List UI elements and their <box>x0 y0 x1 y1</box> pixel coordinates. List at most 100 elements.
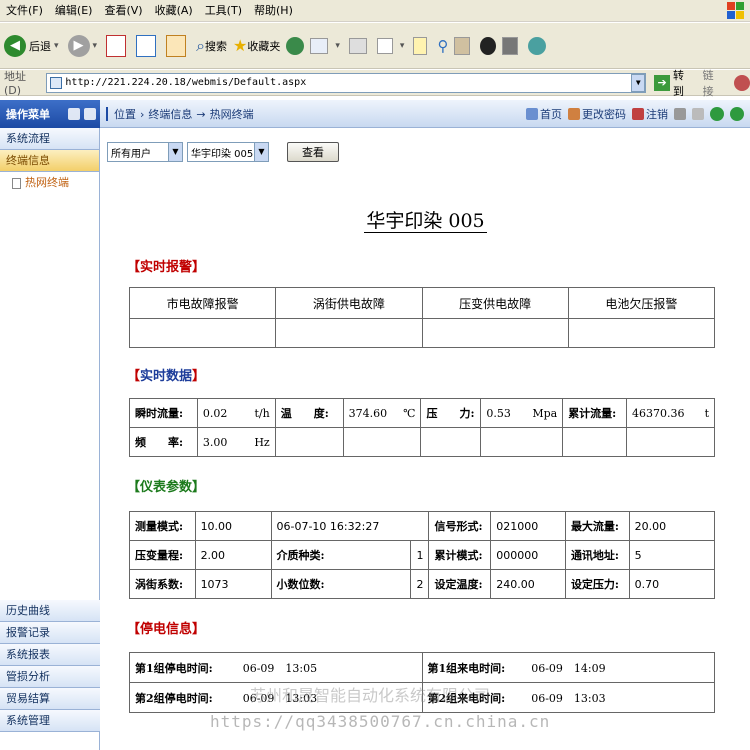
preview-button[interactable] <box>692 108 704 120</box>
stop-button[interactable] <box>106 34 130 57</box>
sidebar-item-system-report[interactable]: 系统报表 <box>0 644 100 666</box>
total-flow-label: 累计流量: <box>562 398 628 428</box>
search-icon[interactable] <box>68 108 80 120</box>
home-button[interactable] <box>166 34 190 57</box>
power-group2-on-value: 06-09 13:03 <box>531 691 606 705</box>
search-label: 搜索 <box>205 39 228 53</box>
messenger-button[interactable] <box>454 36 474 55</box>
extension-icon[interactable] <box>734 74 750 91</box>
breadcrumb: 位置 › 终端信息 → 热网终端 <box>106 100 254 128</box>
home-link-label: 首页 <box>540 108 562 121</box>
terminal-select[interactable]: 华宇印染 005 ▼ <box>187 142 269 162</box>
power-group1-on-label: 第1组来电时间: <box>427 661 506 675</box>
user-select-value: 所有用户 <box>111 148 151 160</box>
instant-flow-label: 瞬时流量: <box>129 398 198 428</box>
logout-label: 注销 <box>646 108 668 121</box>
power-group1-off-value: 06-09 13:05 <box>242 661 318 675</box>
calc-button[interactable] <box>502 36 522 55</box>
breadcrumb-location: 位置 <box>114 108 136 121</box>
instant-flow-cell: 0.02 t/h <box>196 398 276 428</box>
sidebar-item-system-admin[interactable]: 系统管理 <box>0 710 100 732</box>
user-select[interactable]: 所有用户 ▼ <box>107 142 183 162</box>
collapse-icon[interactable] <box>84 108 96 120</box>
document-icon <box>12 177 21 189</box>
search-button[interactable]: ⌕ 搜索 <box>196 36 227 56</box>
print-page-button[interactable] <box>674 108 686 120</box>
address-input[interactable]: http://221.224.20.18/webmis/Default.aspx… <box>46 72 647 93</box>
section-alarm-heading: 【实时报警】 <box>127 260 206 275</box>
menu-edit[interactable]: 编辑(E) <box>49 0 99 22</box>
terminal-select-value: 华宇印染 005 <box>191 148 254 160</box>
browser-menubar: 文件(F) 编辑(E) 查看(V) 收藏(A) 工具(T) 帮助(H) <box>0 0 750 22</box>
alarm-cell-battery <box>567 318 716 348</box>
table-row: 压变量程: 2.00 介质种类: 1 累计模式: 000000 通讯地址: 5 <box>129 540 716 570</box>
query-button[interactable]: 查看 <box>287 142 339 162</box>
sidebar-item-pipe-loss[interactable]: 管损分析 <box>0 666 100 688</box>
medium-type-label: 介质种类: <box>270 540 412 570</box>
refresh-icon <box>136 34 157 57</box>
edit-button[interactable]: ▾ <box>376 37 408 54</box>
plugin-button[interactable] <box>528 36 547 55</box>
alarm-cell-mains <box>128 318 277 348</box>
temperature-cell: 374.60 ℃ <box>342 398 422 428</box>
alarm-header-battery: 电池欠压报警 <box>567 287 716 319</box>
frequency-cell: 3.00 Hz <box>196 427 276 457</box>
calculator-icon <box>502 36 519 55</box>
logout-link[interactable]: 注销 <box>632 106 668 122</box>
sidebar-subitem-heat-terminal[interactable]: 热网终端 <box>0 172 99 194</box>
sidebar-item-terminal-info[interactable]: 终端信息 <box>0 150 99 172</box>
section-power-label: 停电信息 <box>140 622 193 637</box>
sidebar-item-system-flow[interactable]: 系统流程 <box>0 128 99 150</box>
pressure-unit: Mpa <box>532 406 558 420</box>
qq-button[interactable] <box>480 36 497 55</box>
refresh-button[interactable] <box>136 34 160 57</box>
menu-help[interactable]: 帮助(H) <box>248 0 299 22</box>
pressure-label: 压 力: <box>420 398 482 428</box>
chevron-down-icon: ▾ <box>54 40 59 51</box>
print-button[interactable] <box>348 37 371 54</box>
total-flow-value: 46370.36 <box>632 406 685 420</box>
address-dropdown-icon[interactable]: ▼ <box>631 73 646 92</box>
go-arrow-icon[interactable]: ➔ <box>654 74 670 91</box>
section-power-heading: 【停电信息】 <box>127 622 206 637</box>
history-button[interactable] <box>286 36 305 55</box>
home-link[interactable]: 首页 <box>526 106 562 122</box>
measure-mode-label: 测量模式: <box>129 511 196 541</box>
menu-file[interactable]: 文件(F) <box>0 0 49 22</box>
research-button[interactable]: ⚲ <box>437 37 448 55</box>
menu-favorites[interactable]: 收藏(A) <box>149 0 199 22</box>
forward-button[interactable]: ▶ ▾ <box>67 34 101 57</box>
power-group1-off-cell: 第1组停电时间: 06-09 13:05 <box>129 652 423 683</box>
breadcrumb-heat-terminal[interactable]: 热网终端 <box>210 106 254 122</box>
sidebar-item-trade-settlement[interactable]: 贸易结算 <box>0 688 100 710</box>
star-icon: ★ <box>233 36 248 55</box>
mail-button[interactable]: ▾ <box>310 37 343 54</box>
change-password-link[interactable]: 更改密码 <box>568 106 626 122</box>
table-row: 涡街系数: 1073 小数位数: 2 设定温度: 240.00 设定压力: 0.… <box>129 569 716 599</box>
menu-tools[interactable]: 工具(T) <box>199 0 248 22</box>
table-row: 测量模式: 10.00 06-07-10 16:32:27 信号形式: 0210… <box>129 511 716 541</box>
alarm-cell-pressure <box>421 318 569 348</box>
sidebar-item-alarm-log[interactable]: 报警记录 <box>0 622 100 644</box>
up-arrow-icon[interactable] <box>710 107 724 121</box>
discuss-button[interactable] <box>413 36 431 55</box>
pressure-range-label: 压变量程: <box>129 540 196 570</box>
links-button[interactable]: 链接 <box>703 67 725 99</box>
max-flow-label: 最大流量: <box>564 511 630 541</box>
empty-cell <box>420 427 482 457</box>
signal-form-label: 信号形式: <box>428 511 492 541</box>
menu-view[interactable]: 查看(V) <box>98 0 148 22</box>
go-button[interactable]: 转到 <box>673 67 695 99</box>
sidebar-item-history-curve[interactable]: 历史曲线 <box>0 600 100 622</box>
research-icon: ⚲ <box>437 36 449 55</box>
total-flow-cell: 46370.36 t <box>626 398 715 428</box>
decimal-places-value: 2 <box>410 569 430 599</box>
search-icon: ⌕ <box>196 35 206 55</box>
alarm-header-vortex: 涡街供电故障 <box>275 287 423 319</box>
back-button[interactable]: ◀ 后退 ▾ <box>4 34 62 57</box>
vortex-coef-label: 涡街系数: <box>129 569 196 599</box>
set-pressure-value: 0.70 <box>628 569 716 599</box>
breadcrumb-terminal-info[interactable]: 终端信息 <box>148 106 192 122</box>
favorites-button[interactable]: ★ 收藏夹 <box>233 36 280 55</box>
down-arrow-icon[interactable] <box>730 107 744 121</box>
